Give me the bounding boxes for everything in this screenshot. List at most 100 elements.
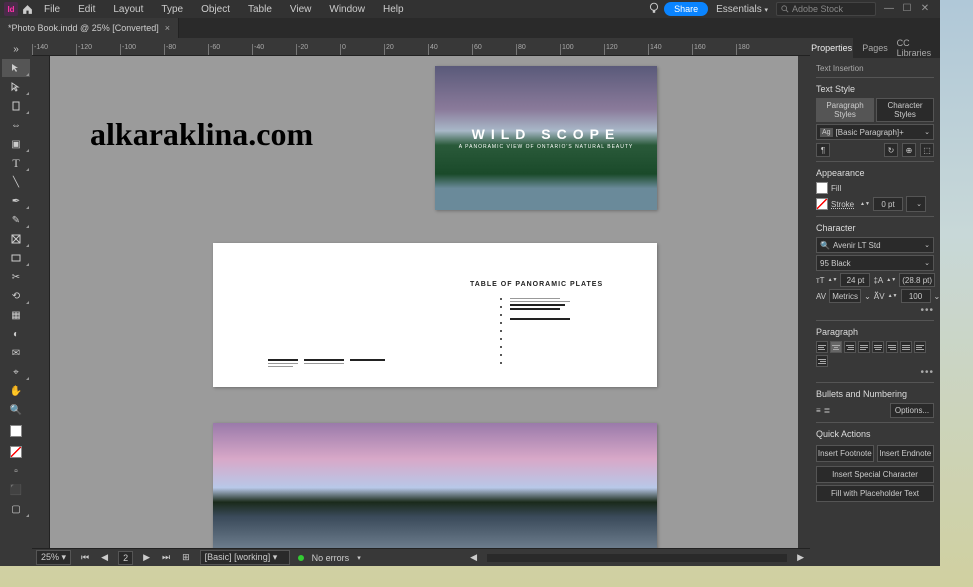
menu-file[interactable]: File (36, 2, 68, 17)
menu-help[interactable]: Help (375, 2, 412, 17)
insert-footnote-button[interactable]: Insert Footnote (816, 445, 874, 462)
pen-tool-icon[interactable]: ✒ (2, 192, 30, 210)
expand-tool-icon[interactable]: » (2, 40, 30, 58)
home-icon[interactable] (20, 2, 34, 16)
menu-object[interactable]: Object (193, 2, 238, 17)
new-style-icon[interactable]: ↻ (884, 143, 898, 157)
pasteboard[interactable]: alkaraklina.com WILD SCOPE A PANORAMIC V… (50, 56, 798, 548)
view-mode-icon[interactable]: ▢ (2, 500, 30, 518)
rectangle-frame-tool-icon[interactable] (2, 230, 30, 248)
gradient-feather-tool-icon[interactable]: ◐ (2, 325, 30, 343)
gap-tool-icon[interactable]: ⇔ (2, 116, 30, 134)
insert-special-char-button[interactable]: Insert Special Character (816, 466, 934, 483)
menu-type[interactable]: Type (153, 2, 191, 17)
fill-placeholder-button[interactable]: Fill with Placeholder Text (816, 485, 934, 502)
default-colors-icon[interactable]: ⬛ (2, 481, 30, 499)
stroke-swatch-box[interactable] (816, 198, 828, 210)
stroke-swatch[interactable] (2, 443, 30, 461)
selection-tool-icon[interactable] (2, 59, 30, 77)
scissors-tool-icon[interactable]: ✂ (2, 268, 30, 286)
maximize-icon[interactable]: ☐ (902, 4, 912, 14)
free-transform-tool-icon[interactable]: ⟲ (2, 287, 30, 305)
stroke-label[interactable]: Stroke (831, 200, 857, 209)
menu-layout[interactable]: Layout (105, 2, 151, 17)
style-select[interactable]: Ag [Basic Paragraph]+⌄ (816, 124, 934, 140)
align-left-icon[interactable] (816, 341, 828, 353)
menu-edit[interactable]: Edit (70, 2, 103, 17)
scrollbar-vertical[interactable] (798, 56, 810, 548)
size-stepper[interactable]: ▲▼ (828, 277, 838, 283)
font-weight-select[interactable]: 95 Black⌄ (816, 255, 934, 271)
justify-center-icon[interactable] (872, 341, 884, 353)
document-tab[interactable]: *Photo Book.indd @ 25% [Converted] × (0, 18, 179, 38)
close-icon[interactable]: ✕ (920, 4, 930, 14)
character-styles-button[interactable]: Character Styles (876, 98, 934, 122)
menu-window[interactable]: Window (321, 2, 373, 17)
zoom-tool-icon[interactable]: 🔍 (2, 401, 30, 419)
direct-selection-tool-icon[interactable] (2, 78, 30, 96)
leading-input[interactable] (899, 273, 935, 287)
leading-stepper[interactable]: ▲▼ (886, 277, 896, 283)
tab-properties[interactable]: Properties (810, 38, 853, 58)
numbered-list-icon[interactable]: ≣ (824, 406, 831, 415)
align-right-icon[interactable] (844, 341, 856, 353)
bulleted-list-icon[interactable]: ≡ (816, 406, 821, 415)
eyedropper-tool-icon[interactable]: ⌖ (2, 363, 30, 381)
page-spread-3[interactable] (213, 423, 657, 548)
page-spread-1[interactable]: WILD SCOPE A PANORAMIC VIEW OF ONTARIO'S… (435, 66, 657, 210)
workspace-switcher[interactable]: Essentials ▾ (710, 2, 774, 17)
clear-overrides-icon[interactable]: ¶ (816, 143, 830, 157)
first-page-icon[interactable]: ⏮ (79, 552, 91, 563)
rectangle-tool-icon[interactable] (2, 249, 30, 267)
tracking-stepper[interactable]: ▲▼ (888, 293, 898, 299)
font-family-select[interactable]: 🔍Avenir LT Std⌄ (816, 237, 934, 253)
font-size-input[interactable] (840, 273, 870, 287)
justify-right-icon[interactable] (886, 341, 898, 353)
line-tool-icon[interactable]: ╲ (2, 173, 30, 191)
scroll-right-icon[interactable]: ▶ (795, 552, 806, 563)
type-tool-icon[interactable]: T (2, 154, 30, 172)
character-more-icon[interactable]: ••• (816, 305, 934, 316)
tracking-input[interactable] (901, 289, 931, 303)
page-tool-icon[interactable] (2, 97, 30, 115)
note-tool-icon[interactable]: ✉ (2, 344, 30, 362)
next-page-icon[interactable]: ▶ (141, 552, 152, 563)
tab-pages[interactable]: Pages (853, 38, 896, 58)
master-page-select[interactable]: [Basic] [working] ▾ (200, 550, 290, 565)
align-center-icon[interactable] (830, 341, 842, 353)
zoom-level[interactable]: 25% ▾ (36, 550, 71, 565)
paragraph-more-icon[interactable]: ••• (816, 367, 934, 378)
justify-all-icon[interactable] (900, 341, 912, 353)
paragraph-styles-button[interactable]: Paragraph Styles (816, 98, 874, 122)
page-number[interactable]: 2 (118, 551, 133, 565)
page-spread-2[interactable]: TABLE OF PANORAMIC PLATES (213, 243, 657, 387)
menu-view[interactable]: View (282, 2, 320, 17)
content-collector-tool-icon[interactable]: ▣ (2, 135, 30, 153)
tab-cc-libraries[interactable]: CC Libraries (897, 38, 940, 58)
share-button[interactable]: Share (664, 2, 708, 16)
align-away-spine-icon[interactable] (816, 355, 828, 367)
fill-swatch-box[interactable] (816, 182, 828, 194)
menu-table[interactable]: Table (240, 2, 280, 17)
minimize-icon[interactable]: — (884, 4, 894, 14)
gradient-swatch-tool-icon[interactable]: ▦ (2, 306, 30, 324)
stock-search-input[interactable]: Adobe Stock (776, 2, 876, 16)
stroke-weight-input[interactable] (873, 197, 903, 211)
bulb-icon[interactable] (648, 2, 662, 16)
fill-swatch[interactable] (2, 420, 30, 442)
style-options-icon[interactable]: ⊕ (902, 143, 916, 157)
pencil-tool-icon[interactable]: ✎ (2, 211, 30, 229)
insert-endnote-button[interactable]: Insert Endnote (877, 445, 935, 462)
stroke-stepper[interactable]: ▲▼ (860, 201, 870, 207)
bullets-options-button[interactable]: Options... (890, 403, 934, 418)
preflight-errors[interactable]: No errors (312, 553, 350, 563)
align-towards-spine-icon[interactable] (914, 341, 926, 353)
prev-page-icon[interactable]: ◀ (99, 552, 110, 563)
hand-tool-icon[interactable]: ✋ (2, 382, 30, 400)
find-style-icon[interactable]: ⬚ (920, 143, 934, 157)
stroke-style-select[interactable]: ⌄ (906, 196, 926, 212)
kerning-input[interactable] (829, 289, 861, 303)
scroll-left-icon[interactable]: ◀ (468, 552, 479, 563)
format-container-icon[interactable]: ▫ (2, 462, 30, 480)
last-page-icon[interactable]: ⏭ (160, 552, 172, 563)
